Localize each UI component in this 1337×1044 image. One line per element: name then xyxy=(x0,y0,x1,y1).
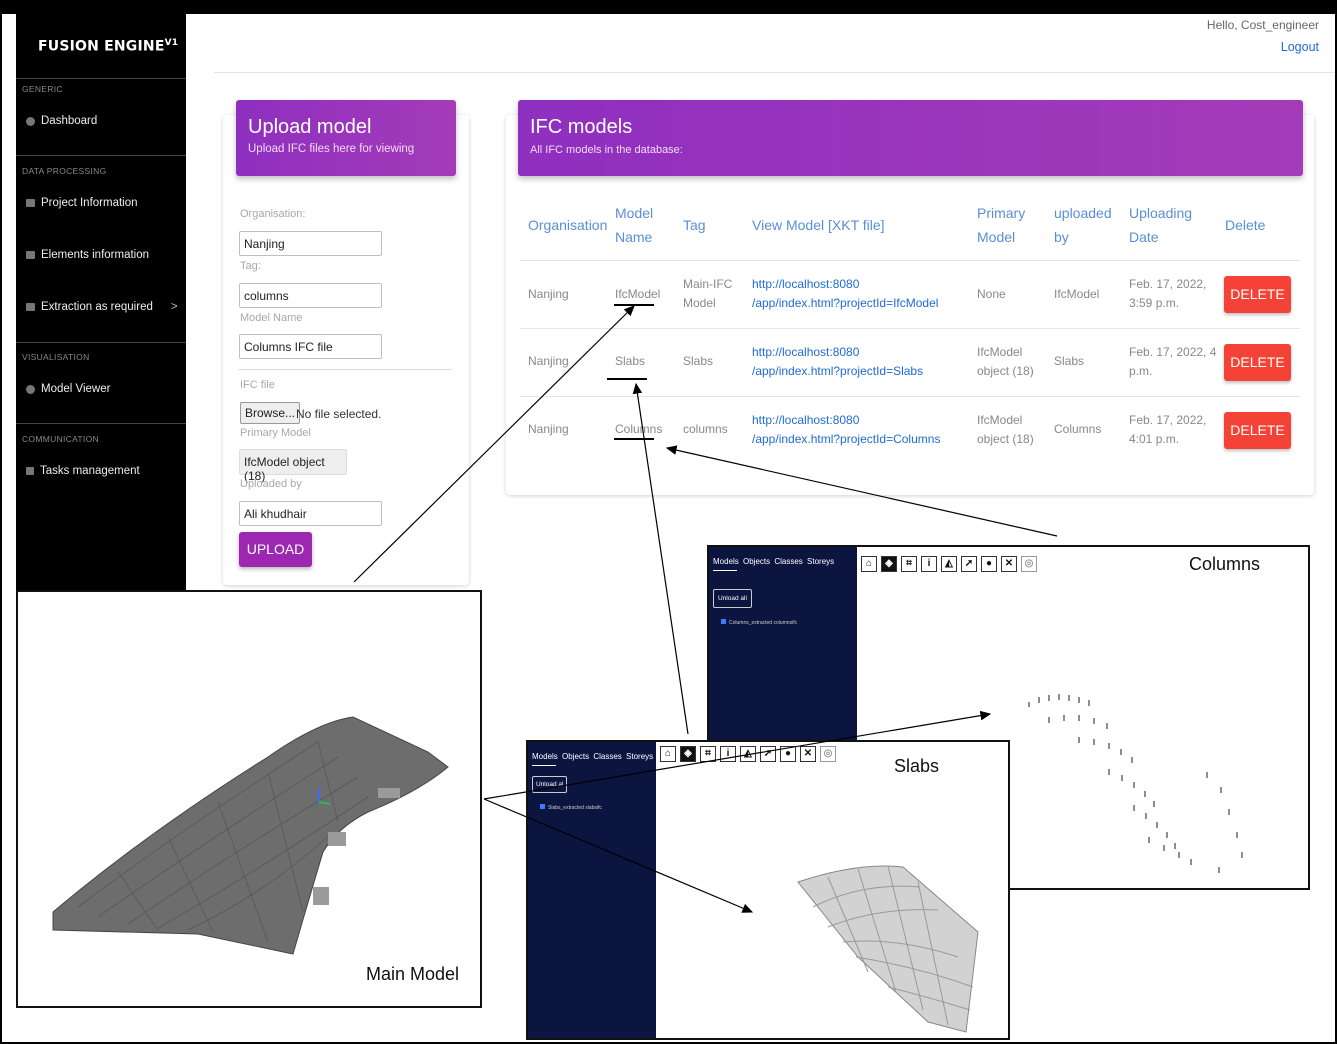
column-header: Delete xyxy=(1225,217,1266,233)
sidebar-item-extraction[interactable]: Extraction as required > xyxy=(26,301,178,313)
uploaded-by-field[interactable]: Ali khudhair xyxy=(239,501,382,526)
tag-field[interactable]: columns xyxy=(239,283,382,308)
section-generic: GENERIC xyxy=(22,84,63,94)
section-visualisation: VISUALISATION xyxy=(22,352,90,362)
cell-organisation: Nanjing xyxy=(528,422,569,436)
row-divider xyxy=(520,396,1300,397)
underline-marker xyxy=(607,378,647,380)
top-border xyxy=(2,2,1335,14)
cell-primary-model: IfcModel object (18) xyxy=(977,413,1034,446)
sidebar-item-project-information[interactable]: Project Information xyxy=(26,197,138,209)
main-model-window-title: Main Model xyxy=(366,964,460,984)
cell-primary-model: IfcModel object (18) xyxy=(977,345,1034,378)
screenshot-frame: FUSION ENGINEV1 GENERIC Dashboard DATA P… xyxy=(0,0,1337,1044)
folder-icon xyxy=(26,199,35,207)
delete-button[interactable]: DELETE xyxy=(1224,344,1291,381)
section-communication: COMMUNICATION xyxy=(22,434,99,444)
column-header: uploaded by xyxy=(1054,205,1112,245)
main-model-render xyxy=(52,716,449,955)
row-divider xyxy=(520,328,1300,329)
main-model-window: Main Model xyxy=(16,590,482,1008)
sidebar-item-label: Model Viewer xyxy=(41,383,111,395)
cell-tag: Slabs xyxy=(683,354,714,368)
cell-uploaded-by: IfcModel xyxy=(1054,287,1100,301)
cell-model-name: Slabs xyxy=(615,354,646,368)
row-divider xyxy=(520,260,1300,261)
underline-marker xyxy=(614,438,654,440)
upload-button[interactable]: UPLOAD xyxy=(239,532,312,567)
divider xyxy=(16,78,186,79)
file-status: No file selected. xyxy=(296,407,382,421)
folder-icon xyxy=(26,303,35,311)
divider xyxy=(238,369,452,370)
cell-uploaded-by: Slabs xyxy=(1054,354,1085,368)
column-header: Primary Model xyxy=(977,205,1026,245)
browse-button[interactable]: Browse... xyxy=(240,402,301,424)
sidebar-item-label: Dashboard xyxy=(41,115,98,127)
model-name-label: Model Name xyxy=(240,312,303,324)
column-header: Model Name xyxy=(615,205,654,245)
logout-link[interactable]: Logout xyxy=(1281,40,1319,54)
cell-model-name: IfcModel xyxy=(615,287,661,301)
upload-title: Upload model xyxy=(248,116,372,138)
view-model-link[interactable]: http://localhost:8080/app/index.html?pro… xyxy=(752,275,938,313)
sidebar-item-model-viewer[interactable]: Model Viewer xyxy=(26,383,110,395)
chevron-right-icon: > xyxy=(170,301,178,313)
ifc-models-subtitle: All IFC models in the database: xyxy=(530,144,683,156)
cell-organisation: Nanjing xyxy=(528,354,569,368)
view-model-link[interactable]: http://localhost:8080/app/index.html?pro… xyxy=(752,343,923,381)
greeting: Hello, Cost_engineer xyxy=(1206,18,1319,32)
column-header: Organisation xyxy=(528,217,608,233)
uploaded-by-label: Uploaded by xyxy=(240,478,302,490)
delete-button[interactable]: DELETE xyxy=(1224,276,1291,313)
sidebar-item-tasks-management[interactable]: Tasks management xyxy=(26,465,140,477)
ifc-models-title: IFC models xyxy=(530,116,633,138)
sidebar-item-dashboard[interactable]: Dashboard xyxy=(26,115,97,127)
model-name-field[interactable]: Columns IFC file xyxy=(239,334,382,359)
sidebar-item-label: Elements information xyxy=(41,249,150,261)
delete-button[interactable]: DELETE xyxy=(1224,412,1291,449)
sidebar-item-label: Project Information xyxy=(41,197,138,209)
ifc-file-label: IFC file xyxy=(240,379,275,391)
view-model-link[interactable]: http://localhost:8080/app/index.html?pro… xyxy=(752,411,940,449)
tag-label: Tag: xyxy=(240,260,261,272)
divider xyxy=(16,423,186,424)
organisation-label: Organisation: xyxy=(240,208,306,220)
divider xyxy=(16,155,186,156)
cell-date: Feb. 17, 2022, 4:01 p.m. xyxy=(1129,413,1207,446)
column-header: View Model [XKT file] xyxy=(752,217,885,233)
sidebar-item-elements-information[interactable]: Elements information xyxy=(26,249,149,261)
upload-card-header: Upload model Upload IFC files here for v… xyxy=(236,100,456,176)
underline-marker xyxy=(614,304,654,306)
bar-chart-icon xyxy=(26,467,34,475)
cell-primary-model: None xyxy=(977,287,1006,301)
organisation-field[interactable]: Nanjing xyxy=(239,231,382,256)
cell-date: Feb. 17, 2022, 3:59 p.m. xyxy=(1129,277,1207,310)
cell-tag: Main-IFC Model xyxy=(683,277,733,310)
cell-tag: columns xyxy=(683,422,728,436)
ifc-models-header: IFC models All IFC models in the databas… xyxy=(518,100,1303,176)
dashboard-icon xyxy=(26,116,35,126)
header-divider xyxy=(214,72,1335,73)
cell-organisation: Nanjing xyxy=(528,287,569,301)
folder-icon xyxy=(26,251,35,259)
column-header: Tag xyxy=(683,217,706,233)
slabs-model-render xyxy=(797,865,979,1033)
viewer-icon xyxy=(26,384,35,394)
divider xyxy=(16,342,186,343)
sidebar: FUSION ENGINEV1 GENERIC Dashboard DATA P… xyxy=(16,14,186,594)
cell-uploaded-by: Columns xyxy=(1054,422,1102,436)
cell-date: Feb. 17, 2022, 4 p.m. xyxy=(1129,345,1217,378)
primary-model-select[interactable]: IfcModel object (18) xyxy=(239,449,347,483)
sidebar-item-label: Tasks management xyxy=(40,465,140,477)
column-header: Uploading Date xyxy=(1129,205,1193,245)
cell-model-name: Columns xyxy=(615,422,663,436)
primary-model-label: Primary Model xyxy=(240,427,311,439)
upload-subtitle: Upload IFC files here for viewing xyxy=(248,143,415,155)
sidebar-item-label: Extraction as required xyxy=(41,301,153,313)
brand-logo: FUSION ENGINEV1 xyxy=(38,38,179,55)
section-data-processing: DATA PROCESSING xyxy=(22,166,107,176)
slabs-viewer-window: Models Objects Classes Storeys Unload al… xyxy=(526,740,1010,1040)
